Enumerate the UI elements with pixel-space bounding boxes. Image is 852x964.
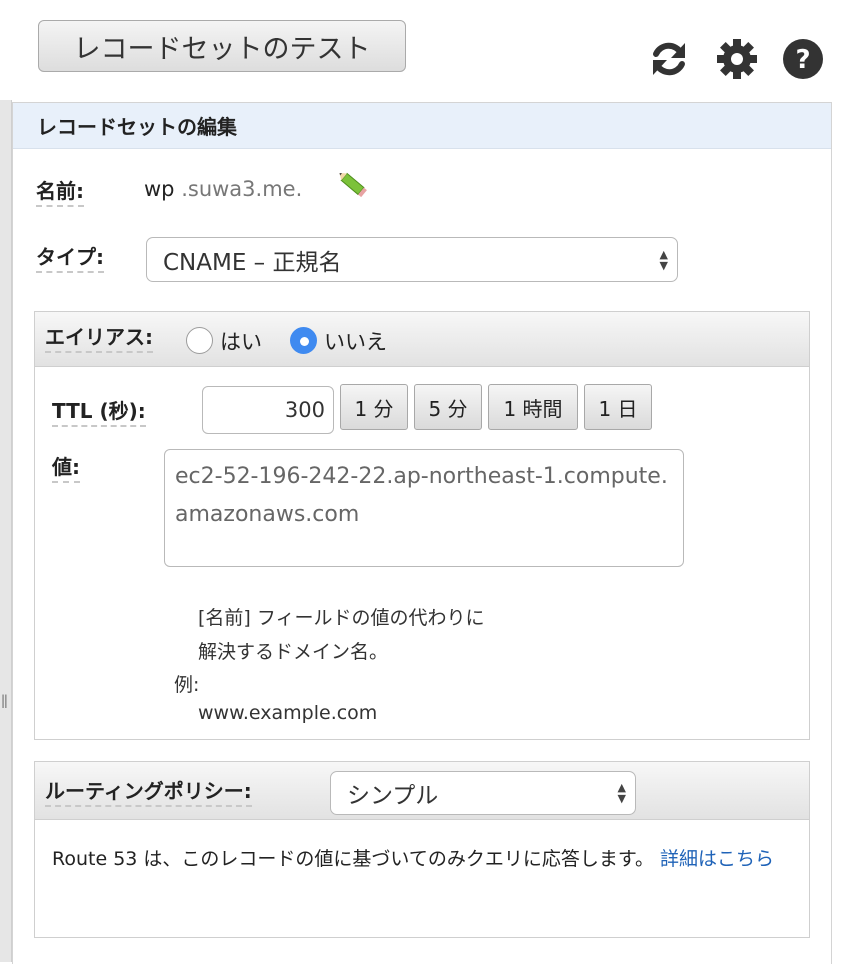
ttl-1-hour-button[interactable]: 1 時間 [488, 384, 578, 430]
ttl-input[interactable]: 300 [202, 386, 334, 434]
type-label: タイプ: [36, 244, 104, 273]
select-arrows-icon: ▲ ▼ [659, 247, 668, 272]
ttl-5-minutes-button[interactable]: 5 分 [414, 384, 482, 430]
routing-policy-value: シンプル [347, 783, 439, 809]
learn-more-link[interactable]: 詳細はこちら [660, 848, 774, 870]
routing-policy-select[interactable]: シンプル ▲ ▼ [330, 771, 636, 815]
svg-text:?: ? [795, 45, 810, 75]
name-label: 名前: [36, 178, 84, 207]
type-select[interactable]: CNAME – 正規名 ▲ ▼ [146, 237, 678, 282]
routing-description: Route 53 は、このレコードの値に基づいてのみクエリに応答します。 詳細は… [52, 843, 802, 875]
routing-description-text: Route 53 は、このレコードの値に基づいてのみクエリに応答します。 [52, 848, 654, 870]
value-example: www.example.com [198, 702, 378, 724]
name-suffix: .suwa3.me. [181, 177, 303, 201]
value-help-line-2: 解決するドメイン名。 [198, 641, 389, 663]
test-record-set-button[interactable]: レコードセットのテスト [38, 20, 406, 72]
ttl-1-minute-button[interactable]: 1 分 [340, 384, 408, 430]
gear-icon[interactable] [714, 36, 760, 82]
ttl-1-day-button[interactable]: 1 日 [584, 384, 652, 430]
alias-no-radio[interactable] [290, 327, 317, 354]
routing-policy-label: ルーティングポリシー: [45, 778, 252, 807]
ttl-input-value: 300 [284, 398, 325, 422]
panel-title: レコードセットの編集 [13, 103, 831, 149]
alias-label: エイリアス: [45, 324, 153, 353]
value-label: 値: [52, 454, 80, 483]
help-icon[interactable]: ? [780, 36, 826, 82]
value-textarea[interactable]: ec2-52-196-242-22.ap-northeast-1.compute… [164, 449, 684, 567]
type-select-value: CNAME – 正規名 [163, 249, 342, 276]
refresh-icon[interactable] [646, 36, 692, 82]
select-arrows-icon: ▲ ▼ [617, 781, 626, 805]
splitter-grip-icon[interactable]: ǁ [1, 694, 8, 708]
name-value-text: wp [144, 177, 175, 201]
value-text: ec2-52-196-242-22.ap-northeast-1.compute… [175, 464, 668, 527]
name-value: wp .suwa3.me. [144, 177, 302, 201]
value-example-label: 例: [174, 674, 200, 696]
pencil-icon[interactable] [336, 170, 370, 204]
alias-yes-radio[interactable] [186, 327, 213, 354]
panel-splitter[interactable] [0, 100, 12, 962]
alias-yes-label[interactable]: はい [220, 326, 262, 356]
ttl-label: TTL (秒): [52, 398, 146, 427]
alias-no-label[interactable]: いいえ [324, 326, 387, 356]
value-help-line-1: [名前] フィールドの値の代わりに [198, 607, 485, 629]
